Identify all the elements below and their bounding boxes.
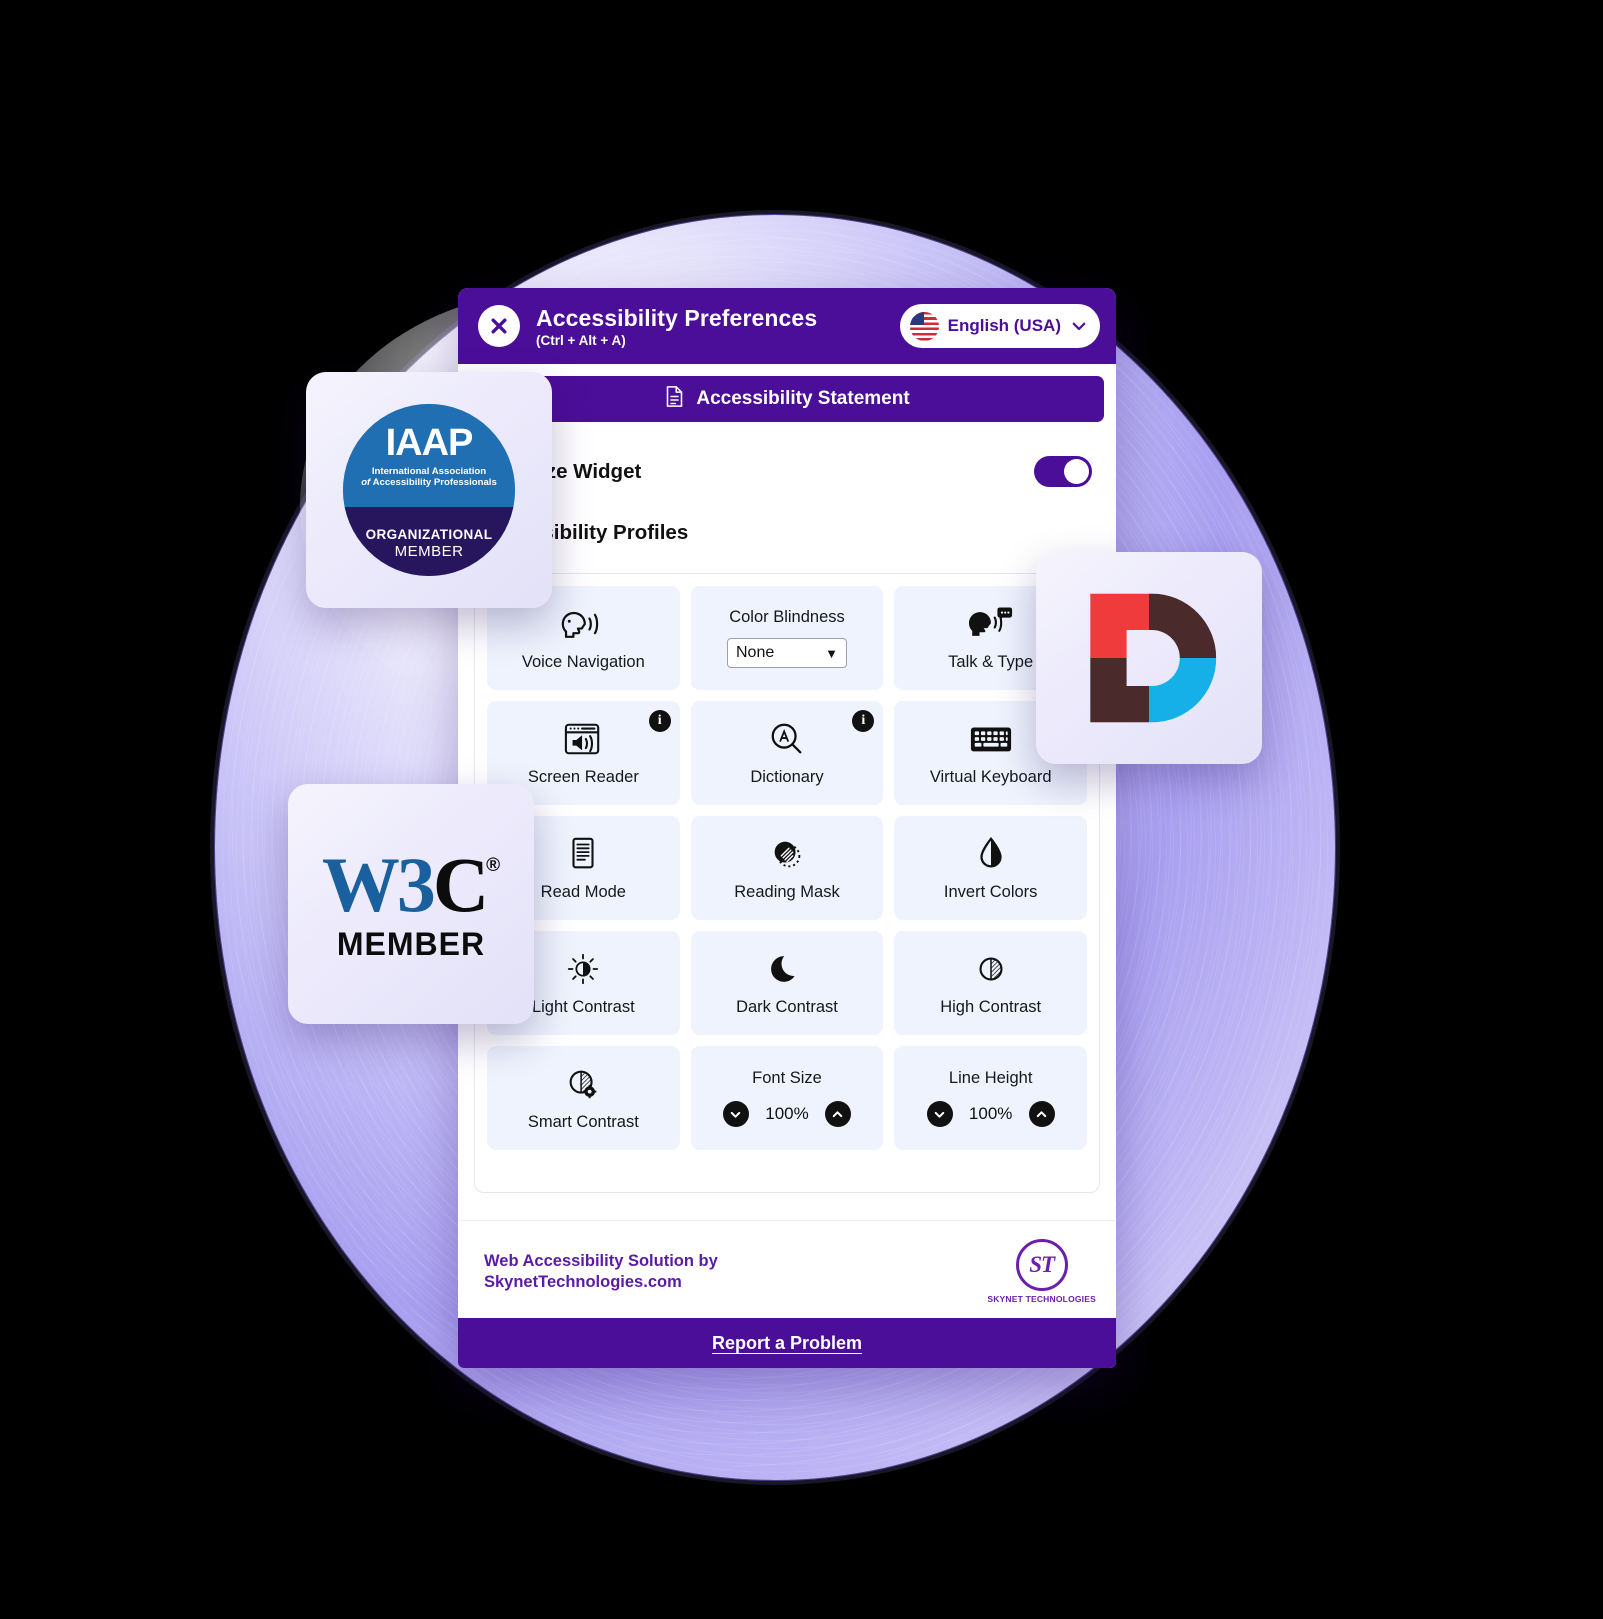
header-titles: Accessibility Preferences (Ctrl + Alt + … xyxy=(536,305,900,348)
circle-half-gear-icon xyxy=(561,1064,605,1104)
accessibility-statement-button[interactable]: Accessibility Statement xyxy=(470,376,1104,422)
tile-smart-contrast[interactable]: Smart Contrast xyxy=(487,1046,680,1150)
tile-label: Screen Reader xyxy=(527,768,639,787)
chevron-down-icon[interactable] xyxy=(926,1101,953,1127)
reading-mask-icon xyxy=(765,834,809,874)
keyboard-icon xyxy=(969,719,1013,759)
st-logo-name: SKYNET TECHNOLOGIES xyxy=(987,1294,1096,1304)
footer-line-2: SkynetTechnologies.com xyxy=(484,1272,682,1291)
tile-label: Read Mode xyxy=(540,883,626,902)
tile-dark-contrast[interactable]: Dark Contrast xyxy=(690,931,884,1035)
circle-half-hatch-icon xyxy=(969,949,1013,989)
color-blindness-select[interactable]: None ▼ xyxy=(726,638,847,668)
widget-body: Oversize Widget Accessibility Profiles V… xyxy=(458,422,1116,1220)
widget-footer: Web Accessibility Solution by SkynetTech… xyxy=(458,1220,1116,1318)
tile-label: Dark Contrast xyxy=(736,998,838,1017)
oversize-widget-toggle[interactable] xyxy=(1034,456,1092,487)
accessibility-widget: Accessibility Preferences (Ctrl + Alt + … xyxy=(458,288,1116,1368)
features-grid: Voice Navigation Color Blindness None ▼ xyxy=(487,586,1087,1150)
w3c-wordmark: W3 C ® xyxy=(321,840,501,928)
w3c-mark-dark: C xyxy=(432,840,489,928)
w3c-member-label: MEMBER xyxy=(336,925,486,962)
font-size-value: 100% xyxy=(765,1104,809,1123)
tile-label: Invert Colors xyxy=(943,883,1038,902)
skynet-technologies-logo: ST SKYNET TECHNOLOGIES xyxy=(987,1239,1096,1304)
st-monogram: ST xyxy=(1015,1239,1068,1291)
line-height-value: 100% xyxy=(968,1104,1013,1123)
chevron-down-icon xyxy=(1070,317,1088,335)
iaap-badge-card: IAAP International Association of Access… xyxy=(306,372,552,608)
close-x-icon[interactable] xyxy=(478,305,520,347)
tile-font-size[interactable]: Font Size 100% xyxy=(690,1046,884,1150)
d-letter-logo xyxy=(1079,588,1219,728)
tile-label: Talk & Type xyxy=(948,653,1034,672)
page-title: Accessibility Preferences xyxy=(536,304,818,331)
caret-down-icon: ▼ xyxy=(825,645,838,661)
iaap-acronym: IAAP xyxy=(385,421,474,464)
tile-label: Reading Mask xyxy=(734,883,840,902)
w3c-mark-blue: W3 xyxy=(321,840,436,928)
tile-dictionary[interactable]: i Dictionary xyxy=(690,701,884,805)
tile-label: Dictionary xyxy=(750,768,824,787)
oversize-widget-row: Oversize Widget xyxy=(470,422,1104,487)
tile-label: High Contrast xyxy=(940,998,1042,1017)
screenshot-stage: Accessibility Preferences (Ctrl + Alt + … xyxy=(0,0,1603,1619)
report-a-problem-button[interactable]: Report a Problem xyxy=(458,1318,1116,1368)
color-blindness-label: Color Blindness xyxy=(729,608,845,626)
usa-flag-icon xyxy=(909,311,939,341)
tile-label: Virtual Keyboard xyxy=(929,768,1052,787)
document-lines-icon xyxy=(561,834,605,874)
sun-half-icon xyxy=(561,949,605,989)
accessibility-statement-label: Accessibility Statement xyxy=(696,388,910,409)
iaap-line-2: of Accessibility Professionals xyxy=(361,477,497,488)
info-icon[interactable]: i xyxy=(648,710,671,732)
tile-high-contrast[interactable]: High Contrast xyxy=(894,931,1087,1035)
head-talk-type-icon xyxy=(968,604,1013,644)
tile-label: Smart Contrast xyxy=(527,1113,639,1132)
tile-line-height[interactable]: Line Height 100% xyxy=(894,1046,1087,1150)
screen-reader-icon xyxy=(561,719,605,759)
iaap-badge: IAAP International Association of Access… xyxy=(343,404,515,576)
tile-reading-mask[interactable]: Reading Mask xyxy=(690,816,884,920)
features-panel: Voice Navigation Color Blindness None ▼ xyxy=(474,573,1100,1193)
keyboard-shortcut-label: (Ctrl + Alt + A) xyxy=(536,332,626,348)
info-icon[interactable]: i xyxy=(852,710,875,732)
color-blindness-value: None xyxy=(735,644,775,661)
language-selector[interactable]: English (USA) xyxy=(899,304,1100,348)
chevron-up-icon[interactable] xyxy=(824,1101,851,1127)
tile-label: Voice Navigation xyxy=(521,653,645,672)
tile-color-blindness[interactable]: Color Blindness None ▼ xyxy=(690,586,884,690)
iaap-tier: ORGANIZATIONAL xyxy=(365,526,493,542)
w3c-badge-card: W3 C ® MEMBER xyxy=(288,784,534,1024)
magnifier-a-icon xyxy=(765,719,809,759)
footer-line-1: Web Accessibility Solution by xyxy=(484,1251,718,1270)
chevron-down-icon[interactable] xyxy=(722,1101,749,1127)
head-speaking-icon xyxy=(561,604,605,644)
report-a-problem-label: Report a Problem xyxy=(711,1332,863,1353)
registered-trademark-icon: ® xyxy=(486,854,501,876)
line-height-stepper: 100% xyxy=(926,1101,1055,1127)
iaap-badge-bottom: ORGANIZATIONAL MEMBER xyxy=(343,507,515,576)
iaap-badge-top: IAAP International Association of Access… xyxy=(343,404,515,508)
iaap-member-label: MEMBER xyxy=(394,542,464,560)
iaap-line-2-italic: of xyxy=(361,476,371,488)
iaap-line-1: International Association xyxy=(371,465,487,477)
chevron-up-icon[interactable] xyxy=(1028,1101,1055,1127)
tile-label: Light Contrast xyxy=(531,998,635,1017)
font-size-label: Font Size xyxy=(752,1069,822,1087)
widget-header: Accessibility Preferences (Ctrl + Alt + … xyxy=(458,288,1116,364)
moon-icon xyxy=(765,949,809,989)
footer-credit: Web Accessibility Solution by SkynetTech… xyxy=(484,1251,718,1292)
d-letter-logo-svg xyxy=(1090,593,1217,723)
droplet-half-icon xyxy=(969,834,1013,874)
tile-invert-colors[interactable]: Invert Colors xyxy=(894,816,1087,920)
d-logo-card xyxy=(1036,552,1262,764)
document-icon xyxy=(664,385,685,414)
language-label: English (USA) xyxy=(947,316,1061,335)
font-size-stepper: 100% xyxy=(722,1101,851,1127)
w3c-badge: W3 C ® MEMBER xyxy=(321,840,501,963)
line-height-label: Line Height xyxy=(948,1069,1033,1087)
iaap-line-2-rest: Accessibility Professionals xyxy=(372,476,497,488)
accessibility-profiles-label: Accessibility Profiles xyxy=(482,521,689,544)
